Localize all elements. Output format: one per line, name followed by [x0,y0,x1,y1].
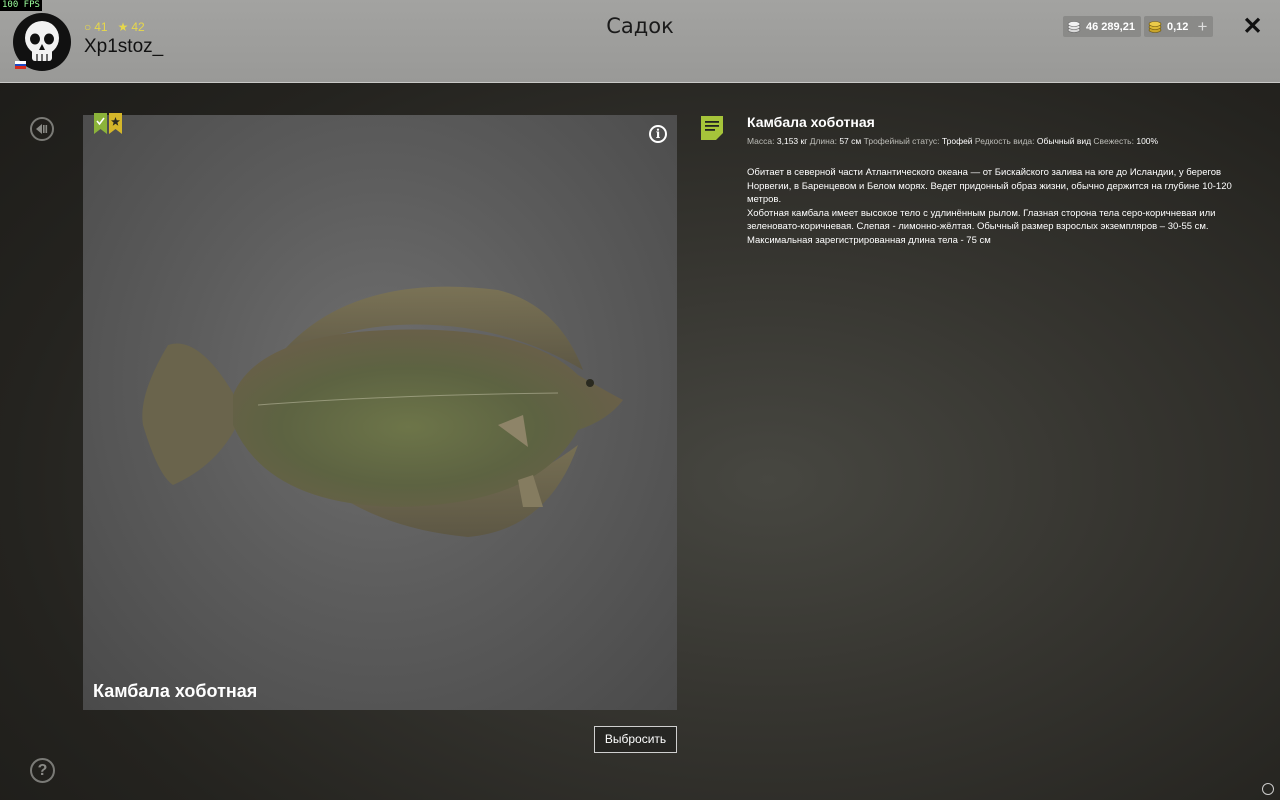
length-label: Длина: [809,136,837,146]
country-flag-icon [15,61,26,69]
info-button[interactable]: i [649,125,667,143]
freshness-label: Свежесть: [1093,136,1134,146]
fish-preview-panel: i Камбала хоботная [83,113,677,710]
silver-value: 46 289,21 [1086,20,1135,33]
star-ribbon-icon [109,113,122,134]
settings-icon[interactable] [1262,783,1274,795]
fish-title: Камбала хоботная [747,114,875,130]
fish-description: Обитает в северной части Атлантического … [747,166,1247,247]
help-button[interactable]: ? [30,758,55,783]
length-value: 57 см [839,136,862,146]
description-paragraph: Обитает в северной части Атлантического … [747,167,1232,205]
gold-coins-icon [1148,21,1162,33]
fish-badges [94,113,122,134]
fish-stats: Масса: 3,153 кг Длина: 57 см Трофейный с… [747,136,1247,146]
fish-details: Камбала хоботная Масса: 3,153 кг Длина: … [747,114,1247,247]
check-ribbon-icon [94,113,107,134]
freshness-value: 100% [1136,136,1159,146]
rarity-label: Редкость вида: [974,136,1035,146]
silver-coins-icon [1067,21,1081,33]
close-button[interactable]: ✕ [1240,14,1265,39]
fish-caption: Камбала хоботная [93,681,258,701]
description-paragraph: Хоботная камбала имеет высокое тело с уд… [747,207,1216,246]
top-bar: ○ 41 ★ 42 Xp1stoz_ Садок 46 289,21 0,12 … [0,0,1280,83]
gold-value: 0,12 [1167,20,1189,33]
silver-balance[interactable]: 46 289,21 [1063,16,1141,37]
mass-value: 3,153 кг [776,136,808,146]
fish-image [142,286,623,537]
gold-balance[interactable]: 0,12 [1144,16,1195,37]
back-button[interactable] [30,117,54,141]
trophy-label: Трофейный статус: [863,136,940,146]
discard-button[interactable]: Выбросить [594,726,677,753]
back-arrow-icon [36,124,48,134]
add-currency-button[interactable]: + [1192,16,1213,37]
trophy-value: Трофей [941,136,973,146]
mass-label: Масса: [747,136,775,146]
note-icon [701,116,723,140]
username: Xp1stoz_ [84,36,164,57]
fps-counter: 100 FPS [0,0,42,11]
rarity-value: Обычный вид [1036,136,1092,146]
